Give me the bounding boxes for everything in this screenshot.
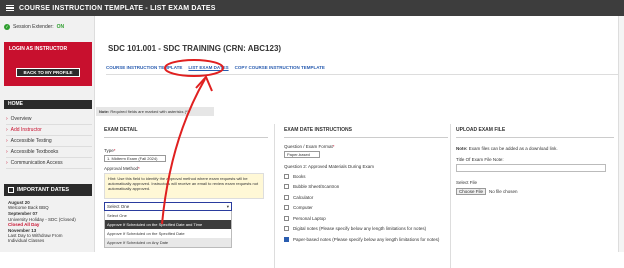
checkbox-checked[interactable] bbox=[284, 236, 289, 242]
materials-label: Question 2: Approved Materials During Ex… bbox=[284, 164, 375, 169]
important-dates-header: IMPORTANT DATES bbox=[4, 184, 92, 196]
scrollbar[interactable] bbox=[618, 16, 624, 252]
approval-method-label: Approval Method* bbox=[104, 166, 140, 171]
material-checkbox[interactable]: Calculator bbox=[284, 192, 444, 203]
chevron-right-icon: › bbox=[6, 116, 8, 122]
course-title: SDC 101.001 - SDC TRAINING (CRN: ABC123) bbox=[108, 44, 282, 53]
sidebar-item-communication-access[interactable]: › Communication Access bbox=[6, 158, 92, 169]
upload-exam-file-header: UPLOAD EXAM FILE bbox=[456, 127, 506, 133]
upload-exam-file-panel: Note: Exam files can be added as a downl… bbox=[456, 140, 616, 195]
checkbox[interactable] bbox=[284, 173, 289, 179]
checkbox[interactable] bbox=[284, 184, 289, 190]
top-bar: COURSE INSTRUCTION TEMPLATE - LIST EXAM … bbox=[0, 0, 624, 16]
file-picker: Choose File No file chosen bbox=[456, 188, 616, 195]
menu-icon[interactable] bbox=[6, 4, 14, 12]
divider bbox=[104, 137, 268, 138]
chevron-right-icon: › bbox=[6, 127, 8, 133]
select-file-label: Select File bbox=[456, 180, 478, 185]
sidebar-item-overview[interactable]: › Overview bbox=[6, 114, 92, 125]
check-icon: ✓ bbox=[4, 24, 10, 30]
dropdown-option[interactable]: Select One bbox=[105, 211, 231, 220]
dropdown-option[interactable]: Approve If Scheduled on the Specified Da… bbox=[105, 229, 231, 238]
column-divider bbox=[274, 124, 275, 268]
dropdown-option[interactable]: Approve If Scheduled on Any Date bbox=[105, 238, 231, 247]
chevron-right-icon: › bbox=[6, 160, 8, 166]
upload-note: Note: Exam files can be added as a downl… bbox=[456, 146, 558, 151]
tab-list-exam-dates[interactable]: LIST EXAM DATES bbox=[188, 65, 228, 70]
tab-copy-course-instruction-template[interactable]: COPY COURSE INSTRUCTION TEMPLATE bbox=[235, 65, 325, 70]
dropdown-option[interactable]: Approve If Scheduled on the Specified Da… bbox=[105, 220, 231, 229]
session-extender[interactable]: ✓ Session Extender: ON bbox=[4, 24, 64, 30]
chevron-down-icon: ▾ bbox=[226, 204, 229, 209]
required-fields-note: Note: Required fields are marked with as… bbox=[96, 107, 214, 116]
nav-list: › Overview › Add Instructor › Accessible Te… bbox=[6, 114, 92, 169]
chevron-right-icon: › bbox=[6, 138, 8, 144]
date-item-text: Individual Classes bbox=[8, 238, 45, 244]
tab-divider bbox=[106, 74, 624, 75]
sidebar: ✓ Session Extender: ON LOGIN AS INSTRUCT… bbox=[0, 16, 95, 252]
checkbox[interactable] bbox=[284, 226, 289, 232]
exam-date-instructions-header: EXAM DATE INSTRUCTIONS bbox=[284, 127, 352, 133]
exam-detail-panel: Type* 1. Midterm Exam (Fall 2024) Approv… bbox=[104, 140, 264, 248]
type-label: Type* bbox=[104, 148, 116, 153]
divider bbox=[456, 137, 614, 138]
checkbox[interactable] bbox=[284, 215, 289, 221]
session-status: ON bbox=[56, 24, 65, 30]
no-file-text: No file chosen bbox=[489, 189, 518, 194]
login-as-instructor-box: LOGIN AS INSTRUCTOR BACK TO MY PROFILE bbox=[4, 42, 92, 86]
date-item-closed: Closed All Day bbox=[8, 221, 40, 227]
exam-detail-header: EXAM DETAIL bbox=[104, 127, 138, 133]
important-dates-list: August 20 Welcome Back BBQ September 07 … bbox=[8, 199, 92, 244]
course-tabs: COURSE INSTRUCTION TEMPLATE LIST EXAM DA… bbox=[106, 65, 325, 70]
material-checkbox[interactable]: Personal Laptop bbox=[284, 213, 444, 224]
type-select[interactable]: 1. Midterm Exam (Fall 2024) bbox=[104, 155, 166, 162]
main-content: SDC 101.001 - SDC TRAINING (CRN: ABC123)… bbox=[96, 16, 624, 268]
format-label: Question / Exam Format* bbox=[284, 144, 335, 149]
format-select[interactable]: Paper-based bbox=[284, 151, 320, 158]
material-checkbox[interactable]: Computer bbox=[284, 203, 444, 214]
chevron-right-icon: › bbox=[6, 149, 8, 155]
back-to-profile-button[interactable]: BACK TO MY PROFILE bbox=[16, 68, 80, 77]
title-label: Title Of Exam File Note: bbox=[456, 157, 504, 162]
material-checkbox[interactable]: Bubble Sheet/Scantron bbox=[284, 182, 444, 193]
sidebar-item-accessible-textbooks[interactable]: › Accessible Textbooks bbox=[6, 147, 92, 158]
material-checkbox[interactable]: Digital notes (Please specify below any … bbox=[284, 224, 444, 235]
column-divider bbox=[450, 124, 451, 268]
sidebar-item-add-instructor[interactable]: › Add Instructor bbox=[6, 125, 92, 136]
material-checkbox[interactable]: Paper-based notes (Please specify below … bbox=[284, 234, 444, 245]
tab-course-instruction-template[interactable]: COURSE INSTRUCTION TEMPLATE bbox=[106, 65, 182, 70]
material-checkbox[interactable]: Books bbox=[284, 171, 444, 182]
title-input[interactable] bbox=[456, 164, 606, 172]
calendar-icon bbox=[8, 187, 14, 193]
exam-date-instructions-panel: Question / Exam Format* Paper-based Ques… bbox=[284, 140, 444, 245]
checkbox[interactable] bbox=[284, 194, 289, 200]
date-item-text: Welcome Back BBQ bbox=[8, 205, 49, 211]
divider bbox=[284, 137, 448, 138]
page-title: COURSE INSTRUCTION TEMPLATE - LIST EXAM … bbox=[19, 4, 216, 12]
approval-method-dropdown: Select One Approve If Scheduled on the S… bbox=[104, 211, 232, 248]
sidebar-item-accessible-testing[interactable]: › Accessible Testing bbox=[6, 136, 92, 147]
nav-home-header: HOME bbox=[4, 100, 92, 109]
approval-method-select[interactable]: Select One ▾ bbox=[104, 202, 232, 211]
approval-hint: Hint: Use this field to identify the app… bbox=[104, 173, 264, 199]
login-label: LOGIN AS INSTRUCTOR bbox=[9, 46, 68, 52]
session-label: Session Extender: bbox=[13, 24, 54, 30]
choose-file-button[interactable]: Choose File bbox=[456, 188, 487, 195]
checkbox[interactable] bbox=[284, 205, 289, 211]
